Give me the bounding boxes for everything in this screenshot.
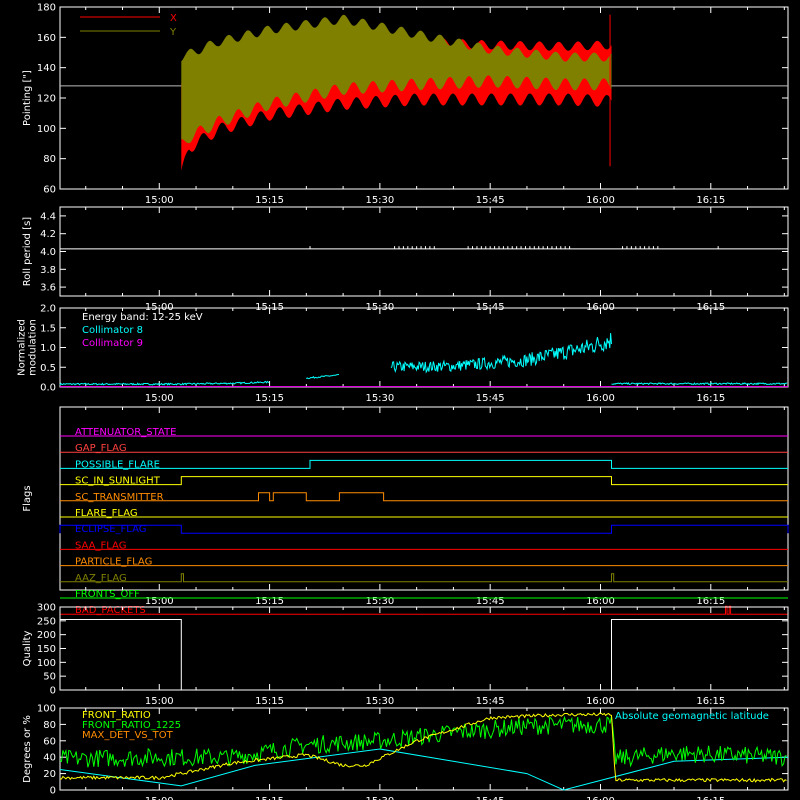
modulation-xtick-label: 15:15 xyxy=(255,393,284,404)
quality-xtick-label: 15:45 xyxy=(476,696,505,707)
pointing-xtick-label: 16:00 xyxy=(586,195,615,206)
quality-xtick-label: 15:00 xyxy=(145,696,174,707)
quality-ytick-label: 0 xyxy=(50,686,56,697)
pointing-xtick-label: 16:15 xyxy=(696,195,725,206)
modulation-annotation: Energy band: 12-25 keV xyxy=(82,312,203,323)
front_ratio-xtick-label: 15:15 xyxy=(255,796,284,800)
legend-geomagnetic-latitude: Absolute geomagnetic latitude xyxy=(615,711,769,722)
roll-ytick-label: 4.0 xyxy=(40,247,56,258)
modulation-xtick-label: 15:30 xyxy=(365,393,394,404)
front_ratio-xtick-label: 15:00 xyxy=(145,796,174,800)
flags-ylabel: Flags xyxy=(22,485,33,511)
front_ratio-ytick-label: 0 xyxy=(50,786,56,797)
front_ratio-ytick-label: 80 xyxy=(43,720,56,731)
quality-ytick-label: 200 xyxy=(37,630,56,641)
quality-ytick-label: 300 xyxy=(37,603,56,614)
quality-ytick-label: 250 xyxy=(37,616,56,627)
flag-label-possible_flare: POSSIBLE_FLARE xyxy=(75,459,160,470)
pointing-ytick-label: 80 xyxy=(43,154,56,165)
roll-ytick-label: 3.6 xyxy=(40,283,56,294)
front_ratio-ytick-label: 20 xyxy=(43,769,56,780)
quality-xtick-label: 16:00 xyxy=(586,696,615,707)
modulation-ytick-label: 1.5 xyxy=(40,323,56,334)
pointing-xtick-label: 15:45 xyxy=(476,195,505,206)
flag-label-sc_transmitter: SC_TRANSMITTER xyxy=(75,492,164,503)
pointing-ylabel: Pointing ["] xyxy=(22,70,33,126)
quality-xtick-label: 15:15 xyxy=(255,696,284,707)
front_ratio-ytick-label: 40 xyxy=(43,753,56,764)
modulation-ytick-label: 1.0 xyxy=(40,343,56,354)
legend-label-x: X xyxy=(170,13,177,24)
quality-ytick-label: 100 xyxy=(37,658,56,669)
modulation-ytick-label: 2.0 xyxy=(40,304,56,315)
legend-label-y: Y xyxy=(169,27,177,38)
flag-label-flare_flag: FLARE_FLAG xyxy=(75,508,138,519)
quality-ytick-label: 50 xyxy=(43,672,56,683)
front_ratio-xtick-label: 16:00 xyxy=(586,796,615,800)
modulation-ytick-label: 0.0 xyxy=(40,383,56,394)
flag-label-attenuator_state: ATTENUATOR_STATE xyxy=(75,427,176,438)
modulation-xtick-label: 15:45 xyxy=(476,393,505,404)
legend-max-det-vs-tot: MAX_DET_VS_TOT xyxy=(82,730,174,741)
modulation-ylabel: modulation xyxy=(28,319,39,376)
quality-ylabel: Quality xyxy=(22,631,33,667)
flag-label-gap_flag: GAP_FLAG xyxy=(75,443,127,454)
front_ratio-xtick-label: 16:15 xyxy=(696,796,725,800)
flag-label-sc_in_sunlight: SC_IN_SUNLIGHT xyxy=(75,476,161,487)
pointing-ytick-label: 180 xyxy=(37,3,56,14)
modulation-xtick-label: 15:00 xyxy=(145,393,174,404)
pointing-ytick-label: 140 xyxy=(37,63,56,74)
pointing-ytick-label: 100 xyxy=(37,124,56,135)
pointing-xtick-label: 15:30 xyxy=(365,195,394,206)
front_ratio-xtick-label: 15:45 xyxy=(476,796,505,800)
legend-collimator-9: Collimator 9 xyxy=(82,338,143,349)
flag-label-particle_flag: PARTICLE_FLAG xyxy=(75,557,152,568)
chart-canvas: 15:00 15:15 15:30 15:45 16:00 16:15 Pointing [… xyxy=(0,0,800,800)
flag-label-aaz_flag: AAZ_FLAG xyxy=(75,573,127,584)
quality-xtick-label: 15:30 xyxy=(365,696,394,707)
flag-label-fronts_off: FRONTS_OFF xyxy=(75,589,140,600)
modulation-ylabel: Normalized xyxy=(17,319,28,376)
roll-ytick-label: 4.4 xyxy=(40,211,56,222)
modulation-ytick-label: 0.5 xyxy=(40,363,56,374)
quality-ytick-label: 150 xyxy=(37,644,56,655)
pointing-ytick-label: 120 xyxy=(37,94,56,105)
pointing-ytick-label: 160 xyxy=(37,33,56,44)
pointing-xtick-label: 15:15 xyxy=(255,195,284,206)
modulation-xtick-label: 16:00 xyxy=(586,393,615,404)
flag-label-saa_flag: SAA_FLAG xyxy=(75,540,126,551)
front_ratio-ytick-label: 60 xyxy=(43,736,56,747)
quality-xtick-label: 16:15 xyxy=(696,696,725,707)
roll-ylabel: Roll period [s] xyxy=(22,217,33,286)
modulation-xtick-label: 16:15 xyxy=(696,393,725,404)
roll-ytick-label: 3.8 xyxy=(40,265,56,276)
flag-label-eclipse_flag: ECLIPSE_FLAG xyxy=(75,524,146,535)
roll-ytick-label: 4.2 xyxy=(40,229,56,240)
front_ratio-xtick-label: 15:30 xyxy=(365,796,394,800)
legend-collimator-8: Collimator 8 xyxy=(82,325,143,336)
front_ratio-ylabel: Degrees or % xyxy=(22,715,33,783)
pointing-ytick-label: 60 xyxy=(43,185,56,196)
front_ratio-ytick-label: 100 xyxy=(37,704,56,715)
pointing-xtick-label: 15:00 xyxy=(145,195,174,206)
